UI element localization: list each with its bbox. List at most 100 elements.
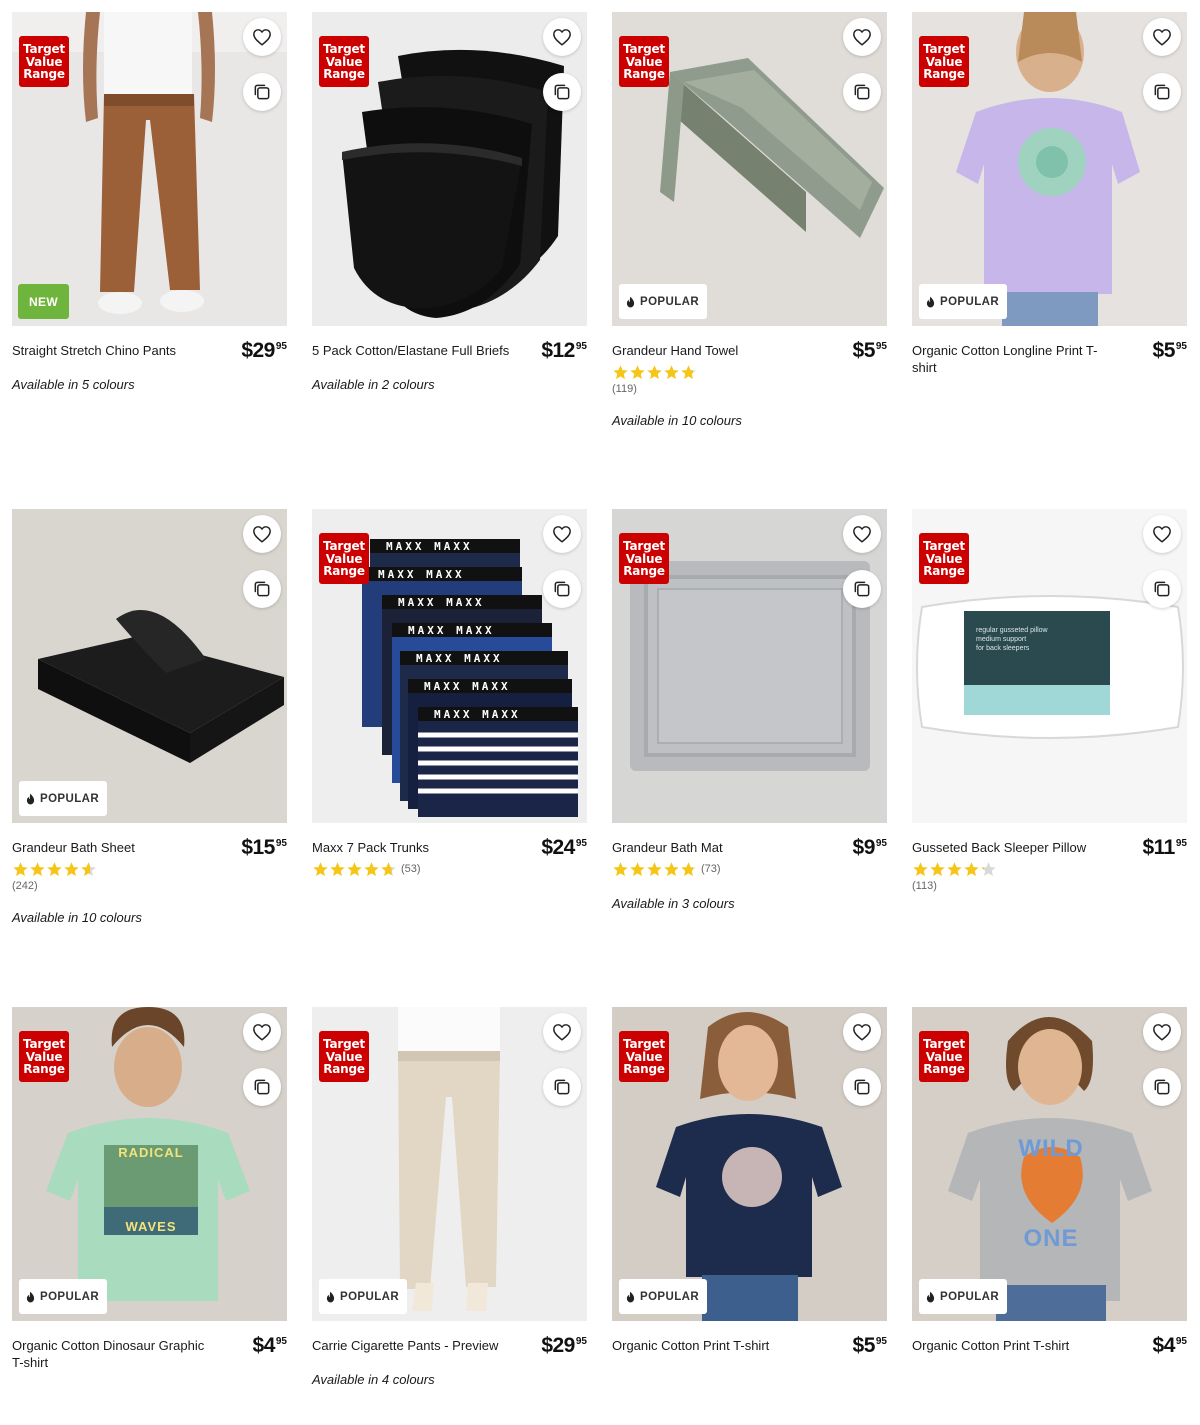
wishlist-button[interactable] — [843, 1013, 881, 1051]
wishlist-button[interactable] — [543, 18, 581, 56]
compare-button[interactable] — [843, 570, 881, 608]
star-icon — [913, 861, 928, 876]
star-icon — [64, 861, 79, 876]
product-info: Gusseted Back Sleeper Pillow $1195 (113) — [912, 823, 1187, 892]
heart-outline-icon — [552, 28, 572, 46]
product-card[interactable]: regular gusseted pillow medium support for… — [912, 509, 1187, 892]
product-image[interactable]: RADICAL WAVES Target Value Range POPULAR — [12, 1007, 287, 1321]
product-card[interactable]: Target Value Range POPULAR Organic Cotton Pr… — [612, 1007, 887, 1357]
star-icon — [681, 861, 696, 876]
wishlist-button[interactable] — [543, 515, 581, 553]
target-value-range-logo: Target Value Range — [619, 1031, 669, 1082]
compare-button[interactable] — [843, 1068, 881, 1106]
review-count: (73) — [701, 863, 721, 875]
compare-icon — [552, 579, 572, 599]
product-name[interactable]: Organic Cotton Print T-shirt — [912, 1337, 1117, 1354]
tee-print-text: RADICAL — [118, 1145, 184, 1160]
product-card[interactable]: WILD ONE Target Value Range POPULAR Organic Co… — [912, 1007, 1187, 1357]
product-name[interactable]: Grandeur Hand Towel — [612, 342, 817, 359]
product-price: $2995 — [541, 1334, 587, 1358]
rating[interactable] — [612, 363, 887, 381]
target-value-range-logo: Target Value Range — [919, 533, 969, 584]
product-image[interactable]: Target Value Range POPULAR — [912, 12, 1187, 326]
review-count: (53) — [401, 863, 421, 875]
price-cents: 95 — [1175, 341, 1187, 352]
pillow-pack-label: for back sleepers — [976, 645, 1030, 652]
price-dollars: $5 — [1152, 339, 1176, 362]
product-card[interactable]: Target Value Range POPULAR Carrie Cigarette … — [312, 1007, 587, 1387]
wishlist-button[interactable] — [1143, 515, 1181, 553]
wishlist-button[interactable] — [243, 18, 281, 56]
compare-button[interactable] — [243, 73, 281, 111]
flame-icon — [326, 1291, 335, 1303]
product-name[interactable]: Organic Cotton Dinosaur Graphic T-shirt — [12, 1337, 217, 1371]
flame-icon — [926, 296, 935, 308]
product-info: Grandeur Bath Sheet $1595 (242) Available i… — [12, 823, 287, 925]
wishlist-button[interactable] — [1143, 1013, 1181, 1051]
product-name[interactable]: 5 Pack Cotton/Elastane Full Briefs — [312, 342, 517, 359]
product-image[interactable]: WILD ONE Target Value Range POPULAR — [912, 1007, 1187, 1321]
product-name[interactable]: Straight Stretch Chino Pants — [12, 342, 217, 359]
product-image[interactable]: POPULAR — [12, 509, 287, 823]
wishlist-button[interactable] — [243, 515, 281, 553]
waistband-print: MAXX MAXX — [408, 624, 495, 637]
target-value-range-logo: Target Value Range — [319, 533, 369, 584]
rating[interactable]: (73) — [612, 860, 887, 878]
product-image[interactable]: Target Value Range POPULAR — [312, 1007, 587, 1321]
product-image[interactable]: MAXX MAXX MAXX MAXX MAXX MAXX MAXX MAXX MAXX… — [312, 509, 587, 823]
compare-button[interactable] — [1143, 570, 1181, 608]
product-image[interactable]: Target Value Range POPULAR — [612, 12, 887, 326]
compare-button[interactable] — [1143, 1068, 1181, 1106]
product-image[interactable]: Target Value Range — [612, 509, 887, 823]
product-name[interactable]: Maxx 7 Pack Trunks — [312, 839, 517, 856]
star-icon — [381, 861, 396, 876]
rating[interactable] — [12, 860, 287, 878]
product-image[interactable]: Target Value Range — [312, 12, 587, 326]
compare-button[interactable] — [243, 570, 281, 608]
product-card[interactable]: POPULAR Grandeur Bath Sheet $1595 (242) Avai… — [12, 509, 287, 925]
product-name[interactable]: Grandeur Bath Sheet — [12, 839, 217, 856]
product-card[interactable]: MAXX MAXX MAXX MAXX MAXX MAXX MAXX MAXX MAXX… — [312, 509, 587, 878]
star-icon — [964, 861, 979, 876]
product-card[interactable]: RADICAL WAVES Target Value Range POPULAR Organ… — [12, 1007, 287, 1371]
compare-button[interactable] — [843, 73, 881, 111]
product-image[interactable]: regular gusseted pillow medium support for… — [912, 509, 1187, 823]
price-cents: 95 — [575, 838, 587, 849]
rating[interactable] — [912, 860, 1187, 878]
product-name[interactable]: Carrie Cigarette Pants - Preview — [312, 1337, 517, 1354]
star-icon — [647, 861, 662, 876]
wishlist-button[interactable] — [843, 18, 881, 56]
rating[interactable]: (53) — [312, 860, 587, 878]
price-dollars: $5 — [852, 339, 876, 362]
new-badge: NEW — [18, 284, 69, 319]
product-card[interactable]: Target Value Range 5 Pack Cotton/Elastane F… — [312, 12, 587, 392]
product-name[interactable]: Organic Cotton Print T-shirt — [612, 1337, 817, 1354]
compare-button[interactable] — [1143, 73, 1181, 111]
product-card[interactable]: Target Value Range Grandeur Bath Mat $995 (73… — [612, 509, 887, 911]
product-image[interactable]: Target Value Range POPULAR — [612, 1007, 887, 1321]
wishlist-button[interactable] — [243, 1013, 281, 1051]
product-name[interactable]: Organic Cotton Longline Print T-shirt — [912, 342, 1117, 376]
compare-button[interactable] — [543, 1068, 581, 1106]
product-name[interactable]: Gusseted Back Sleeper Pillow — [912, 839, 1117, 856]
wishlist-button[interactable] — [843, 515, 881, 553]
product-card[interactable]: Target Value Range NEW Straight Stretch Chin… — [12, 12, 287, 392]
product-card[interactable]: Target Value Range POPULAR Grandeur Hand Tow… — [612, 12, 887, 428]
product-info: Grandeur Hand Towel $595 (119) Available in… — [612, 326, 887, 428]
star-icon — [930, 861, 945, 876]
product-card[interactable]: Target Value Range POPULAR Organic Cotton Lo… — [912, 12, 1187, 376]
product-image[interactable]: Target Value Range NEW — [12, 12, 287, 326]
product-name[interactable]: Grandeur Bath Mat — [612, 839, 817, 856]
compare-button[interactable] — [543, 570, 581, 608]
available-colours: Available in 10 colours — [612, 413, 742, 428]
popular-badge: POPULAR — [319, 1279, 408, 1314]
star-icon — [981, 861, 996, 876]
wishlist-button[interactable] — [543, 1013, 581, 1051]
compare-icon — [852, 1077, 872, 1097]
target-value-range-logo: Target Value Range — [919, 1031, 969, 1082]
star-icon — [347, 861, 362, 876]
compare-button[interactable] — [243, 1068, 281, 1106]
wishlist-button[interactable] — [1143, 18, 1181, 56]
compare-button[interactable] — [543, 73, 581, 111]
tee-print-text: ONE — [1023, 1225, 1079, 1252]
